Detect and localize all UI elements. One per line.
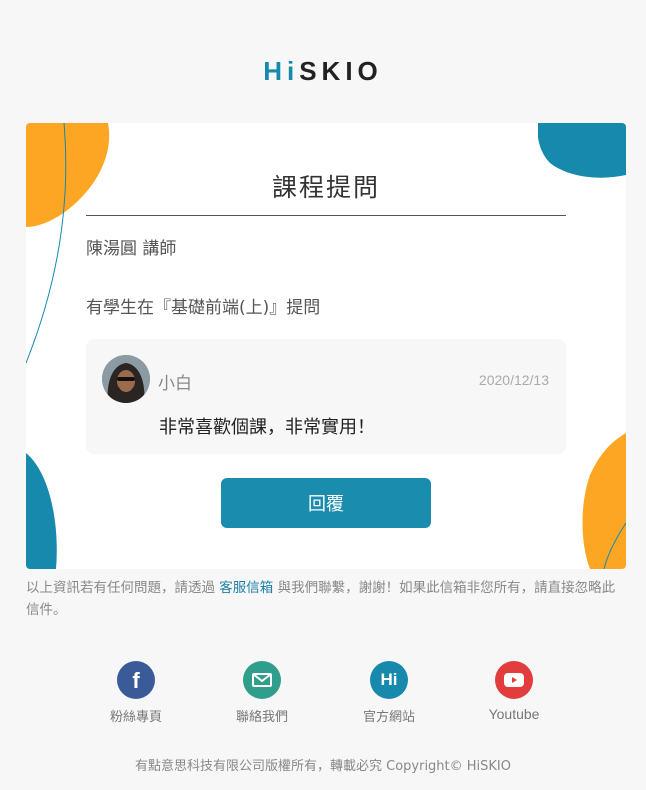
social-contact[interactable]: 聯絡我們 [202, 661, 322, 725]
teacher-name: 陳湯圓 講師 [86, 239, 177, 259]
question-text: 非常喜歡個課，非常實用！ [159, 417, 375, 438]
youtube-icon[interactable] [495, 661, 533, 699]
social-label-youtube: Youtube [488, 706, 540, 722]
avatar-image [102, 355, 150, 403]
logo-skio: SKIO [299, 56, 383, 86]
social-label-contact: 聯絡我們 [235, 710, 288, 725]
question-username: 小白 [158, 374, 192, 394]
email-title: 課程提問 [271, 173, 380, 202]
social-label-facebook: 粉絲專頁 [109, 710, 162, 725]
social-youtube[interactable]: Youtube [454, 661, 574, 722]
support-email-link[interactable]: 客服信箱 [219, 580, 273, 596]
hiskio-logo: HiSKIO [0, 56, 646, 87]
teal-blob-bottom-left [26, 453, 57, 569]
social-facebook[interactable]: f 粉絲專頁 [76, 661, 196, 725]
avatar [102, 355, 150, 403]
copyright: 有點意思科技有限公司版權所有，轉載必究 Copyright© HiSKIO [134, 759, 512, 774]
curve-line-right [603, 522, 626, 569]
hiskio-hi-icon[interactable]: Hi [370, 661, 408, 699]
reply-button[interactable]: 回覆 [221, 478, 431, 528]
facebook-icon[interactable]: f [117, 661, 155, 699]
footnote-text-before: 以上資訊若有任何問題，請透過 [26, 580, 220, 596]
social-website[interactable]: Hi 官方網站 [329, 661, 449, 725]
title-divider [86, 215, 566, 216]
social-label-website: 官方網站 [362, 710, 415, 725]
question-date: 2020/12/13 [478, 372, 549, 388]
question-notice: 有學生在『基礎前端(上)』提問 [86, 298, 321, 318]
mail-icon[interactable] [243, 661, 281, 699]
curve-line-left [26, 123, 67, 364]
footnote: 以上資訊若有任何問題，請透過 客服信箱 與我們聯繫，謝謝！如果此信箱非您所有，請… [26, 577, 626, 621]
logo-hi: Hi [263, 56, 300, 86]
